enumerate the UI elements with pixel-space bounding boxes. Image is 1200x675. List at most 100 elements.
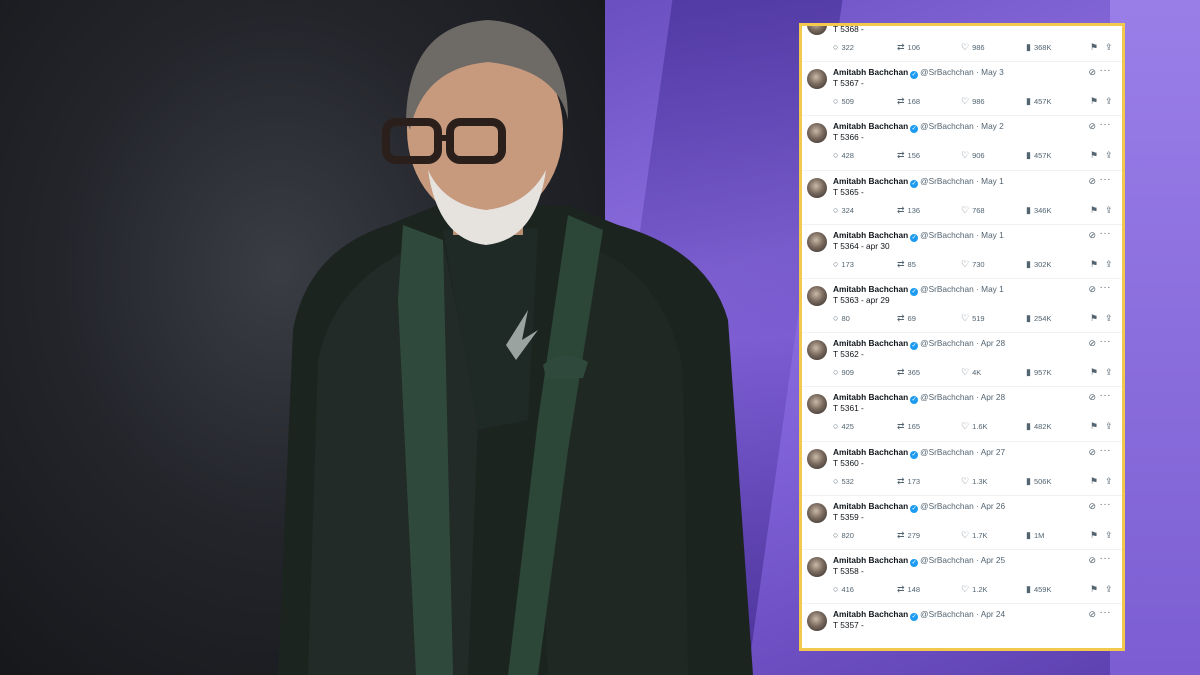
reply-button[interactable]: ○ 322 xyxy=(833,42,854,52)
bookmark-icon[interactable]: ⚑ xyxy=(1090,150,1098,161)
grok-icon[interactable]: ⊘ xyxy=(1088,67,1096,78)
author-name[interactable]: Amitabh Bachchan xyxy=(833,501,908,511)
like-button[interactable]: ♡ 1.6K xyxy=(961,421,988,432)
retweet-button[interactable]: ⇄ 279 xyxy=(897,530,920,541)
author-name[interactable]: Amitabh Bachchan xyxy=(833,338,908,348)
tweet-date[interactable]: May 3 xyxy=(981,67,1004,77)
share-icon[interactable]: ⇪ xyxy=(1105,476,1113,487)
tweet-date[interactable]: May 1 xyxy=(981,176,1004,186)
views-button[interactable]: ▮ 957K xyxy=(1026,367,1051,378)
bookmark-icon[interactable]: ⚑ xyxy=(1090,259,1098,270)
reply-button[interactable]: ○ 428 xyxy=(833,150,854,160)
author-name[interactable]: Amitabh Bachchan xyxy=(833,392,908,402)
tweet-date[interactable]: Apr 26 xyxy=(981,501,1005,511)
retweet-button[interactable]: ⇄ 85 xyxy=(897,259,916,270)
avatar[interactable] xyxy=(807,611,827,632)
tweet-date[interactable]: Apr 24 xyxy=(981,609,1005,619)
share-icon[interactable]: ⇪ xyxy=(1105,259,1113,270)
author-name[interactable]: Amitabh Bachchan xyxy=(833,176,908,186)
avatar[interactable] xyxy=(807,177,827,198)
bookmark-icon[interactable]: ⚑ xyxy=(1090,584,1098,595)
retweet-button[interactable]: ⇄ 106 xyxy=(897,42,920,53)
like-button[interactable]: ♡ 519 xyxy=(961,313,985,324)
bookmark-icon[interactable]: ⚑ xyxy=(1090,42,1098,53)
share-icon[interactable]: ⇪ xyxy=(1105,205,1113,216)
more-options-icon[interactable]: ··· xyxy=(1100,445,1112,456)
views-button[interactable]: ▮ 346K xyxy=(1026,205,1051,216)
bookmark-icon[interactable]: ⚑ xyxy=(1090,96,1098,107)
more-options-icon[interactable]: ··· xyxy=(1100,390,1112,401)
share-icon[interactable]: ⇪ xyxy=(1105,96,1113,107)
tweet-row[interactable]: Amitabh Bachchan✓@SrBachchan · May 4 ⊘ ·… xyxy=(802,23,1122,63)
share-icon[interactable]: ⇪ xyxy=(1105,42,1113,53)
retweet-button[interactable]: ⇄ 173 xyxy=(897,476,920,487)
views-button[interactable]: ▮ 302K xyxy=(1026,259,1051,270)
author-handle[interactable]: @SrBachchan xyxy=(920,284,974,294)
bookmark-icon[interactable]: ⚑ xyxy=(1090,367,1098,378)
tweet-date[interactable]: Apr 27 xyxy=(981,447,1005,457)
tweet-row[interactable]: Amitabh Bachchan ✓ @SrBachchan · May 1 ⊘ ·… xyxy=(802,279,1122,334)
author-name[interactable]: Amitabh Bachchan xyxy=(833,121,908,131)
more-options-icon[interactable]: ··· xyxy=(1100,499,1112,510)
grok-icon[interactable]: ⊘ xyxy=(1088,555,1096,566)
tweet-row[interactable]: Amitabh Bachchan ✓ @SrBachchan · May 2 ⊘ ·… xyxy=(802,116,1122,171)
grok-icon[interactable]: ⊘ xyxy=(1088,609,1096,620)
reply-button[interactable]: ○ 324 xyxy=(833,205,854,215)
avatar[interactable] xyxy=(807,231,827,252)
more-options-icon[interactable]: ··· xyxy=(1100,228,1112,239)
tweet-row[interactable]: Amitabh Bachchan ✓ @SrBachchan · Apr 26 ⊘ … xyxy=(802,496,1122,550)
share-icon[interactable]: ⇪ xyxy=(1105,421,1113,432)
views-button[interactable]: ▮ 457K xyxy=(1026,150,1051,161)
bookmark-icon[interactable]: ⚑ xyxy=(1090,530,1098,541)
tweet-row[interactable]: Amitabh Bachchan ✓ @SrBachchan · May 3 ⊘ ·… xyxy=(802,62,1122,117)
tweet-row[interactable]: Amitabh Bachchan ✓ @SrBachchan · Apr 27 ⊘ … xyxy=(802,442,1122,496)
reply-button[interactable]: ○ 173 xyxy=(833,259,854,269)
author-name[interactable]: Amitabh Bachchan xyxy=(833,609,908,619)
avatar[interactable] xyxy=(807,123,827,144)
share-icon[interactable]: ⇪ xyxy=(1105,530,1113,541)
tweet-date[interactable]: Apr 28 xyxy=(981,392,1005,402)
more-options-icon[interactable]: ··· xyxy=(1100,336,1112,347)
views-button[interactable]: ▮ 482K xyxy=(1026,421,1051,432)
grok-icon[interactable]: ⊘ xyxy=(1088,284,1096,295)
more-options-icon[interactable]: ··· xyxy=(1100,174,1112,185)
share-icon[interactable]: ⇪ xyxy=(1105,367,1113,378)
like-button[interactable]: ♡ 986 xyxy=(961,96,985,107)
tweet-row[interactable]: Amitabh Bachchan ✓ @SrBachchan · Apr 25 ⊘ … xyxy=(802,550,1122,605)
author-handle[interactable]: @SrBachchan xyxy=(920,230,974,240)
grok-icon[interactable]: ⊘ xyxy=(1088,23,1096,24)
grok-icon[interactable]: ⊘ xyxy=(1088,501,1096,512)
retweet-button[interactable]: ⇄ 69 xyxy=(897,313,916,324)
author-handle[interactable]: @SrBachchan xyxy=(920,501,974,511)
grok-icon[interactable]: ⊘ xyxy=(1088,338,1096,349)
author-handle[interactable]: @SrBachchan xyxy=(920,67,974,77)
author-name[interactable]: Amitabh Bachchan xyxy=(833,230,908,240)
retweet-button[interactable]: ⇄ 168 xyxy=(897,96,920,107)
like-button[interactable]: ♡ 4K xyxy=(961,367,981,378)
grok-icon[interactable]: ⊘ xyxy=(1088,176,1096,187)
like-button[interactable]: ♡ 768 xyxy=(961,205,985,216)
avatar[interactable] xyxy=(807,394,827,415)
tweet-row[interactable]: Amitabh Bachchan ✓ @SrBachchan · Apr 28 ⊘ … xyxy=(802,333,1122,388)
retweet-button[interactable]: ⇄ 148 xyxy=(897,584,920,595)
tweet-row[interactable]: Amitabh Bachchan ✓ @SrBachchan · May 1 ⊘ ·… xyxy=(802,171,1122,225)
reply-button[interactable]: ○ 80 xyxy=(833,313,850,323)
share-icon[interactable]: ⇪ xyxy=(1105,313,1113,324)
author-name[interactable]: Amitabh Bachchan xyxy=(833,555,908,565)
views-button[interactable]: ▮ 368K xyxy=(1026,42,1051,53)
avatar[interactable] xyxy=(807,285,827,306)
tweet-row[interactable]: Amitabh Bachchan ✓ @SrBachchan · Apr 28 ⊘ … xyxy=(802,387,1122,442)
grok-icon[interactable]: ⊘ xyxy=(1088,121,1096,132)
tweet-date[interactable]: May 1 xyxy=(981,284,1004,294)
bookmark-icon[interactable]: ⚑ xyxy=(1090,313,1098,324)
retweet-button[interactable]: ⇄ 156 xyxy=(897,150,920,161)
author-name[interactable]: Amitabh Bachchan xyxy=(833,447,908,457)
avatar[interactable] xyxy=(807,340,827,361)
reply-button[interactable]: ○ 820 xyxy=(833,530,854,540)
more-options-icon[interactable]: ··· xyxy=(1100,65,1112,76)
share-icon[interactable]: ⇪ xyxy=(1105,584,1113,595)
tweet-date[interactable]: May 1 xyxy=(981,230,1004,240)
reply-button[interactable]: ○ 416 xyxy=(833,584,854,594)
author-handle[interactable]: @SrBachchan xyxy=(920,121,974,131)
grok-icon[interactable]: ⊘ xyxy=(1088,230,1096,241)
